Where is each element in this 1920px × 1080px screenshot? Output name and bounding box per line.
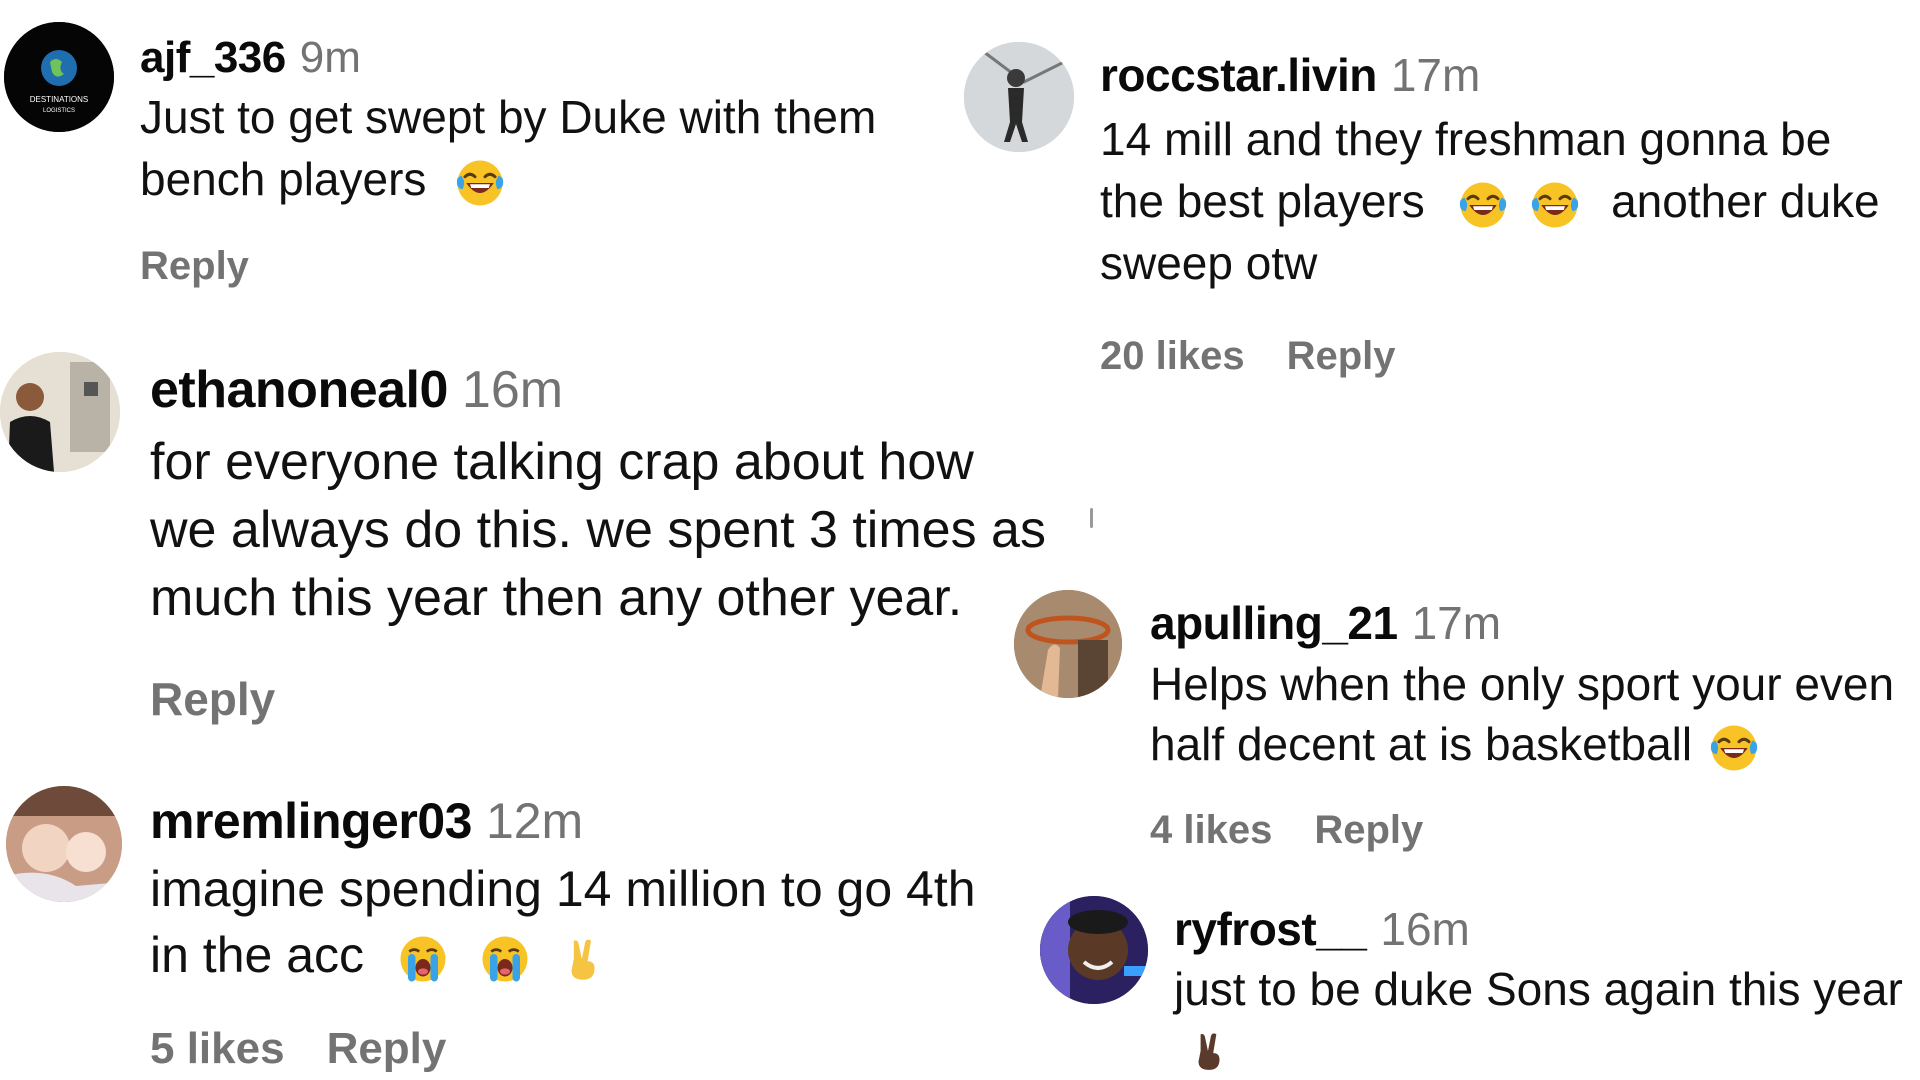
avatar[interactable] xyxy=(964,42,1074,152)
likes-count[interactable]: 5 likes xyxy=(150,1024,285,1073)
laughing-emoji-icon xyxy=(1530,180,1580,230)
timestamp: 16m xyxy=(461,361,564,419)
profile-photo-icon xyxy=(964,42,1074,152)
laughing-emoji-icon xyxy=(1458,180,1508,230)
username[interactable]: roccstar.livin xyxy=(1100,49,1377,101)
avatar[interactable] xyxy=(1040,896,1148,1004)
profile-photo-icon xyxy=(0,352,120,472)
avatar[interactable]: DESTINATIONS LOGISTICS xyxy=(4,22,114,132)
profile-photo-icon xyxy=(6,786,122,902)
comment-text: 14 mill and they freshman gonna be the b… xyxy=(1100,113,1880,289)
username[interactable]: ethanoneal0 xyxy=(150,361,448,419)
victory-hand-dark-emoji-icon xyxy=(1188,1030,1230,1072)
timestamp: 9m xyxy=(299,33,361,82)
comment-text: Helps when the only sport your even half… xyxy=(1150,654,1920,774)
timestamp: 12m xyxy=(485,793,584,849)
avatar[interactable] xyxy=(6,786,122,902)
likes-count[interactable]: 4 likes xyxy=(1150,808,1272,852)
avatar[interactable] xyxy=(0,352,120,472)
username[interactable]: ajf_336 xyxy=(140,33,286,82)
profile-photo-icon xyxy=(1014,590,1122,698)
globe-logo-icon: DESTINATIONS LOGISTICS xyxy=(4,22,114,132)
username[interactable]: mremlinger03 xyxy=(150,793,472,849)
likes-count[interactable]: 20 likes xyxy=(1100,334,1245,378)
divider-mark xyxy=(1090,508,1093,528)
reply-button[interactable]: Reply xyxy=(327,1024,447,1073)
username[interactable]: ryfrost__ xyxy=(1174,903,1367,955)
reply-button[interactable]: Reply xyxy=(1314,808,1423,852)
reply-button[interactable]: Reply xyxy=(140,244,249,288)
reply-button[interactable]: Reply xyxy=(1287,334,1396,378)
loudly-crying-emoji-icon xyxy=(480,934,530,984)
comment-text: for everyone talking crap about how we a… xyxy=(150,433,1046,627)
comment-text: Just to get swept by Duke with them benc… xyxy=(140,86,940,210)
comment-text: imagine spending 14 million to go 4th in… xyxy=(150,861,976,984)
laughing-emoji-icon xyxy=(455,158,505,208)
timestamp: 17m xyxy=(1390,49,1481,101)
timestamp: 17m xyxy=(1411,597,1502,649)
loudly-crying-emoji-icon xyxy=(398,934,448,984)
svg-text:LOGISTICS: LOGISTICS xyxy=(43,108,75,114)
comment-text: just to be duke Sons again this year xyxy=(1174,960,1920,1076)
profile-photo-icon xyxy=(1040,896,1148,1004)
svg-text:DESTINATIONS: DESTINATIONS xyxy=(30,95,89,104)
victory-hand-emoji-icon xyxy=(560,936,606,982)
username[interactable]: apulling_21 xyxy=(1150,597,1398,649)
laughing-emoji-icon xyxy=(1709,723,1759,773)
reply-button[interactable]: Reply xyxy=(150,673,275,725)
timestamp: 16m xyxy=(1380,903,1470,955)
avatar[interactable] xyxy=(1014,590,1122,698)
